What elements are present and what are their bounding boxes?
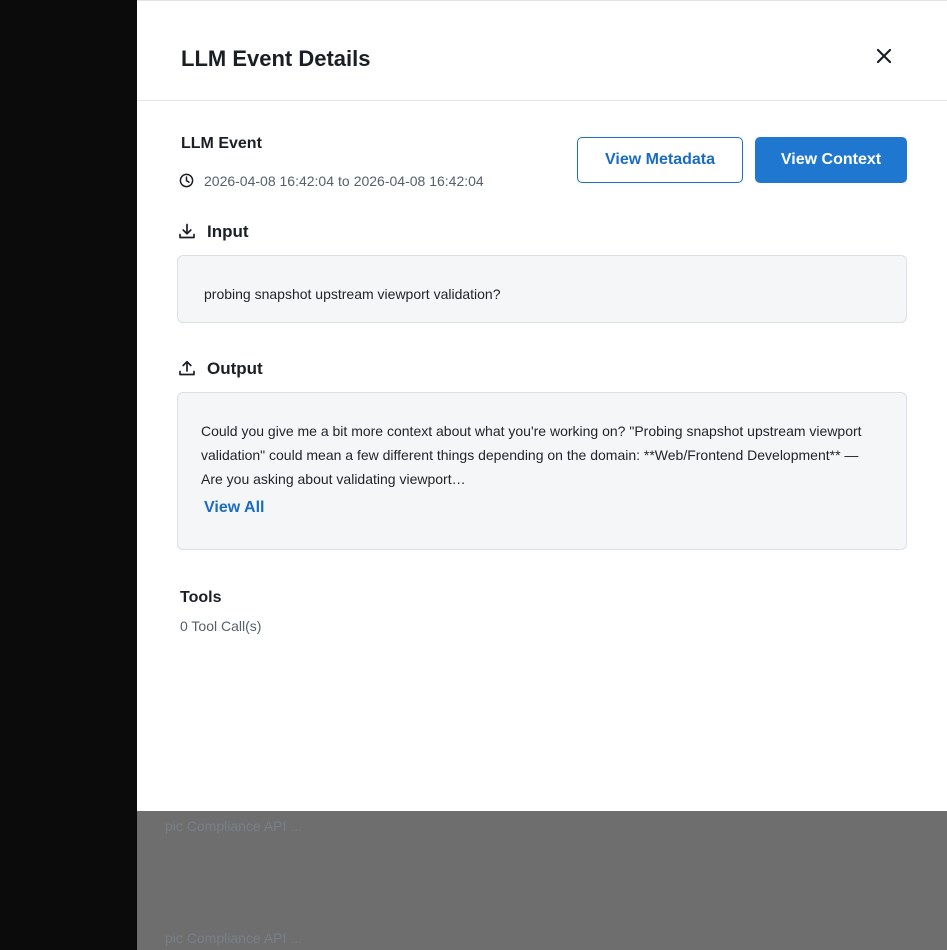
view-all-link[interactable]: View All xyxy=(204,499,264,517)
drawer-title: LLM Event Details xyxy=(181,46,371,71)
background-left-strip xyxy=(0,0,137,950)
background-list-item: pic Compliance API ... xyxy=(165,930,302,946)
event-time-range: 2026-04-08 16:42:04 to 2026-04-08 16:42:… xyxy=(179,173,484,189)
input-panel: probing snapshot upstream viewport valid… xyxy=(177,255,907,323)
clock-icon xyxy=(179,173,194,187)
input-text: probing snapshot upstream viewport valid… xyxy=(204,286,501,302)
output-label: Output xyxy=(207,359,263,378)
output-panel: Could you give me a bit more context abo… xyxy=(177,392,907,550)
view-metadata-button[interactable]: View Metadata xyxy=(577,137,743,183)
event-time-separator: to xyxy=(338,173,350,189)
event-start-time: 2026-04-08 16:42:04 xyxy=(204,173,334,189)
close-button[interactable] xyxy=(869,41,899,71)
event-title: LLM Event xyxy=(181,135,262,152)
event-end-time: 2026-04-08 16:42:04 xyxy=(353,173,484,189)
view-context-button[interactable]: View Context xyxy=(755,137,907,183)
input-section-header: Input xyxy=(177,222,249,242)
tools-count: 0 Tool Call(s) xyxy=(180,618,262,634)
output-section-header: Output xyxy=(177,359,263,379)
upload-icon xyxy=(179,360,195,376)
modal-backdrop[interactable]: pic Compliance API ... pic Compliance AP… xyxy=(137,810,947,950)
download-icon xyxy=(179,223,195,239)
llm-event-drawer: LLM Event Details LLM Event 2026-04-08 1… xyxy=(137,0,947,811)
drawer-header: LLM Event Details xyxy=(137,1,947,101)
background-list-item: pic Compliance API ... xyxy=(165,818,302,834)
tools-title: Tools xyxy=(180,589,222,606)
output-text: Could you give me a bit more context abo… xyxy=(201,423,862,487)
input-label: Input xyxy=(207,222,249,241)
close-icon xyxy=(877,49,891,63)
